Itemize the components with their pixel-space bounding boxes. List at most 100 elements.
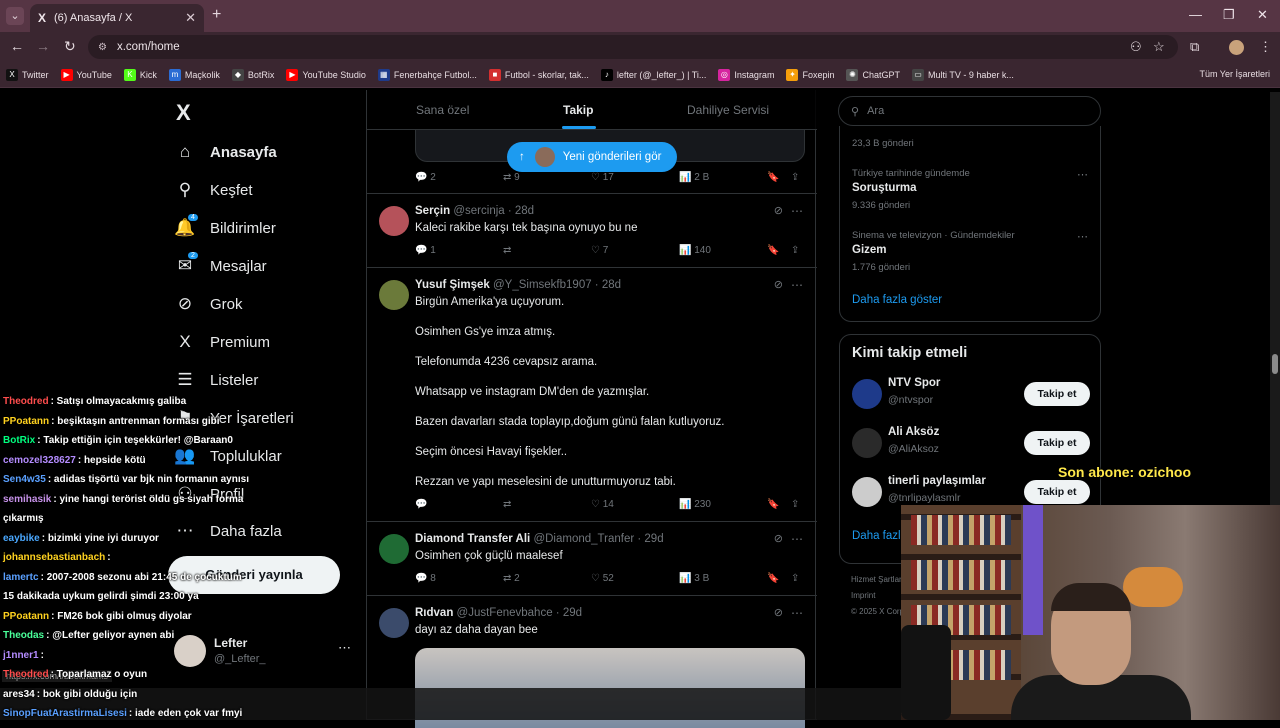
tweet-avatar[interactable] (379, 608, 409, 638)
follow-button[interactable]: Takip et (1024, 431, 1090, 455)
grok-icon[interactable]: ⊘ (774, 606, 783, 619)
follow-avatar[interactable] (852, 477, 882, 507)
bookmark-item[interactable]: ◎ Instagram (718, 68, 774, 81)
follow-name[interactable]: Ali Aksöz (888, 426, 939, 438)
trend-more-icon[interactable]: ⋯ (1077, 230, 1088, 243)
views-count[interactable]: 📊 2 B (679, 172, 709, 183)
repost-count[interactable]: ⇄ 9 (503, 172, 520, 183)
tweet[interactable]: Serçin @sercinja · 28d ⊘ ⋯ Kaleci rakibe ka… (367, 194, 817, 268)
tweet-more-icon[interactable]: ⋯ (791, 532, 803, 546)
minimize-button[interactable]: — (1189, 7, 1202, 22)
translate-icon[interactable]: ⚇ (1130, 39, 1142, 55)
share-icon[interactable]: ⇪ (791, 499, 799, 510)
browser-tab[interactable]: X (6) Anasayfa / X ✕ (30, 4, 204, 32)
window-close-button[interactable]: ✕ (1257, 7, 1268, 23)
like-count[interactable]: ♡ 52 (591, 573, 614, 584)
profile-avatar[interactable] (1229, 40, 1244, 55)
tweet-more-icon[interactable]: ⋯ (791, 204, 803, 218)
bookmark-item[interactable]: K Kick (123, 68, 157, 81)
tweet-more-icon[interactable]: ⋯ (791, 606, 803, 620)
account-menu-icon[interactable]: ⋯ (338, 640, 351, 656)
bookmark-item[interactable]: ▭ Multi TV - 9 haber k... (912, 68, 1014, 81)
tweet-avatar[interactable] (379, 206, 409, 236)
tweet[interactable]: Diamond Transfer Ali @Diamond_Tranfer · … (367, 522, 817, 596)
nav-item-grok[interactable]: ⊘ Grok (174, 294, 243, 314)
tab-following[interactable]: Takip (563, 103, 593, 117)
bookmark-item[interactable]: ▶ YouTube (60, 68, 112, 81)
share-icon[interactable]: ⇪ (791, 573, 799, 584)
nav-item-home[interactable]: ⌂ Anasayfa (174, 142, 277, 162)
grok-icon[interactable]: ⊘ (774, 278, 783, 291)
follow-avatar[interactable] (852, 428, 882, 458)
tweet-time[interactable]: 29d (563, 607, 582, 619)
grok-icon[interactable]: ⊘ (774, 204, 783, 217)
tweet-author-name[interactable]: Yusuf Şimşek (415, 279, 490, 291)
bookmark-item[interactable]: ◆ BotRix (231, 68, 274, 81)
views-count[interactable]: 📊 140 (679, 245, 711, 256)
views-count[interactable]: 📊 3 B (679, 573, 709, 584)
bookmark-item[interactable]: ✦ Foxepin (786, 68, 834, 81)
x-logo-icon[interactable]: X (176, 100, 191, 126)
show-more-trends-link[interactable]: Daha fazla göster (852, 294, 942, 306)
trend-name[interactable]: Soruşturma (852, 182, 917, 194)
follow-button[interactable]: Takip et (1024, 480, 1090, 504)
extensions-icon[interactable]: ⧉ (1190, 39, 1199, 55)
tweet-time[interactable]: 28d (602, 279, 621, 291)
scrollbar-thumb[interactable] (1272, 354, 1278, 374)
repost-count[interactable]: ⇄ (503, 499, 511, 510)
reply-count[interactable]: 💬 (415, 499, 427, 510)
like-count[interactable]: ♡ 17 (591, 172, 614, 183)
views-count[interactable]: 📊 230 (679, 499, 711, 510)
forward-icon[interactable]: → (36, 38, 50, 54)
bookmark-item[interactable]: ✺ ChatGPT (846, 68, 900, 81)
follow-name[interactable]: NTV Spor (888, 377, 940, 389)
tweet-avatar[interactable] (379, 534, 409, 564)
tab-search-button[interactable]: ⌄ (6, 7, 24, 25)
site-info-icon[interactable]: ⚙ (98, 42, 107, 53)
bookmark-item[interactable]: ♪ lefter (@_lefter_) | Ti... (600, 68, 706, 81)
footer-imprint-link[interactable]: Imprint (851, 589, 906, 603)
bookmark-item[interactable]: ■ Futbol - skorlar, tak... (488, 68, 589, 81)
bookmark-icon[interactable]: 🔖 (767, 245, 779, 256)
reply-count[interactable]: 💬 2 (415, 172, 436, 183)
tweet-time[interactable]: 28d (515, 205, 534, 217)
tweet-time[interactable]: 29d (644, 533, 663, 545)
tweet-avatar[interactable] (379, 280, 409, 310)
tweet-author-name[interactable]: Rıdvan (415, 607, 453, 619)
share-icon[interactable]: ⇪ (791, 245, 799, 256)
tab-close-icon[interactable]: ✕ (185, 10, 196, 26)
bookmark-item[interactable]: ▶ YouTube Studio (286, 68, 366, 81)
maximize-button[interactable]: ❐ (1223, 7, 1235, 23)
repost-count[interactable]: ⇄ 2 (503, 573, 520, 584)
back-icon[interactable]: ← (10, 38, 24, 54)
share-icon[interactable]: ⇪ (791, 172, 799, 183)
nav-item-premium[interactable]: X Premium (174, 332, 270, 352)
bookmark-icon[interactable]: 🔖 (767, 499, 779, 510)
all-bookmarks-link[interactable]: Tüm Yer İşaretleri (1199, 69, 1270, 79)
address-bar[interactable]: ⚙ x.com/home (88, 35, 1178, 59)
repost-count[interactable]: ⇄ (503, 245, 511, 256)
nav-item-messages[interactable]: ✉ 2 Mesajlar (174, 252, 267, 276)
bookmark-item[interactable]: ▦ Fenerbahçe Futbol... (377, 68, 477, 81)
tweet[interactable]: Yusuf Şimşek @Y_Simsekfb1907 · 28d ⊘ ⋯ Birg… (367, 268, 817, 522)
menu-icon[interactable]: ⋮ (1259, 39, 1272, 55)
tab-for-you[interactable]: Sana özel (416, 103, 469, 117)
bookmark-icon[interactable]: 🔖 (767, 172, 779, 183)
reply-count[interactable]: 💬 8 (415, 573, 436, 584)
bookmark-star-icon[interactable]: ☆ (1153, 39, 1165, 55)
nav-item-explore[interactable]: ⚲ Keşfet (174, 180, 253, 200)
follow-avatar[interactable] (852, 379, 882, 409)
tweet-more-icon[interactable]: ⋯ (791, 278, 803, 292)
like-count[interactable]: ♡ 14 (591, 499, 614, 510)
tweet-author-name[interactable]: Serçin (415, 205, 450, 217)
nav-item-lists[interactable]: ☰ Listeler (174, 370, 258, 390)
follow-name[interactable]: tinerli paylaşımlar (888, 475, 986, 487)
trend-more-icon[interactable]: ⋯ (1077, 168, 1088, 181)
reload-icon[interactable]: ↻ (64, 38, 76, 55)
like-count[interactable]: ♡ 7 (591, 245, 608, 256)
new-posts-button[interactable]: ↑ Yeni gönderileri gör (507, 142, 677, 172)
follow-button[interactable]: Takip et (1024, 382, 1090, 406)
bookmark-item[interactable]: m Maçkolik (168, 68, 220, 81)
trend-name[interactable]: Gizem (852, 244, 887, 256)
reply-count[interactable]: 💬 1 (415, 245, 436, 256)
